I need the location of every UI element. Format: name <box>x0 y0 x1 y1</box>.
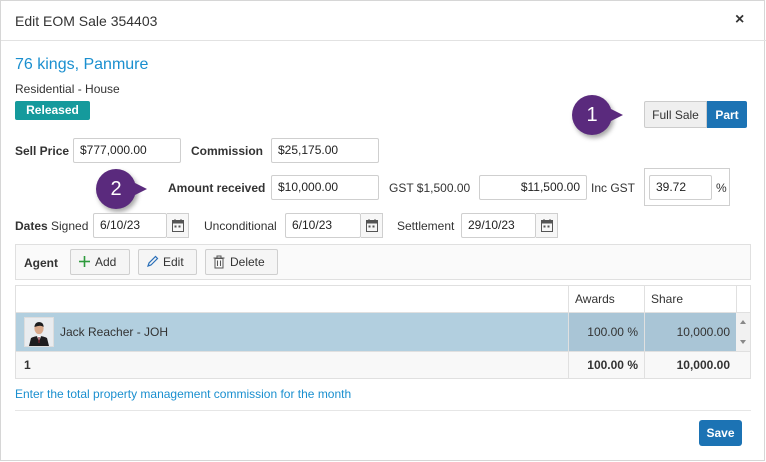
unconditional-label: Unconditional <box>204 219 277 233</box>
grid-footer: 1 100.00 % 10,000.00 <box>16 351 750 378</box>
plus-icon <box>79 256 90 267</box>
awards-cell-wrap: 100.00 % <box>568 313 644 351</box>
divider <box>15 410 751 411</box>
dates-label: Dates <box>15 219 48 233</box>
delete-agent-button[interactable]: Delete <box>205 249 278 275</box>
gst-amount-label: GST $1,500.00 <box>389 181 471 195</box>
unconditional-calendar-icon[interactable] <box>361 213 383 238</box>
callout-2-number: 2 <box>96 169 136 209</box>
save-button[interactable]: Save <box>699 420 742 446</box>
agent-label: Agent <box>24 256 58 270</box>
unconditional-date-input[interactable]: 6/10/23 <box>285 213 361 238</box>
signed-date-input[interactable]: 6/10/23 <box>93 213 167 238</box>
property-type: Residential - House <box>15 82 120 96</box>
footer-awards: 100.00 % <box>587 358 638 372</box>
callout-1: 1 <box>572 95 623 135</box>
column-share-label: Share <box>651 292 684 306</box>
column-share[interactable]: Share <box>644 286 736 312</box>
agent-grid: Awards Share Jack Reacher - JOH 100.00 %… <box>15 285 751 379</box>
full-sale-toggle[interactable]: Full Sale <box>644 101 707 128</box>
amount-received-label: Amount received <box>168 181 266 195</box>
dialog-titlebar: Edit EOM Sale 354403 × <box>1 1 766 41</box>
table-row[interactable]: Jack Reacher - JOH 100.00 % 10,000.00 <box>16 313 736 351</box>
close-icon[interactable]: × <box>735 11 744 29</box>
settlement-date-input[interactable]: 29/10/23 <box>461 213 536 238</box>
inc-gst-input[interactable]: $11,500.00 <box>479 175 587 200</box>
column-scroll-spacer <box>736 286 750 312</box>
awards-cell: 100.00 % <box>587 325 638 339</box>
hint-text: Enter the total property management comm… <box>15 387 352 401</box>
percent-sign: % <box>716 181 727 195</box>
grid-header: Awards Share <box>16 286 750 313</box>
add-agent-button[interactable]: Add <box>70 249 130 275</box>
footer-awards-wrap: 100.00 % <box>568 352 644 378</box>
property-address-link[interactable]: 76 kings, Panmure <box>15 56 148 74</box>
inc-gst-label: Inc GST <box>591 181 636 195</box>
trash-icon <box>213 255 225 269</box>
avatar <box>24 317 54 347</box>
signed-calendar-icon[interactable] <box>167 213 189 238</box>
part-sale-toggle[interactable]: Part <box>707 101 747 128</box>
dialog-title: Edit EOM Sale 354403 <box>15 13 158 29</box>
percent-input[interactable]: 39.72 <box>649 175 712 200</box>
footer-share: 10,000.00 <box>676 358 730 372</box>
callout-2: 2 <box>96 169 147 209</box>
share-cell: 10,000.00 <box>676 325 730 339</box>
callout-2-pointer <box>135 183 147 195</box>
grid-scrollbar[interactable] <box>736 313 750 351</box>
settlement-label: Settlement <box>397 219 455 233</box>
agent-name: Jack Reacher - JOH <box>60 325 169 339</box>
sell-price-input[interactable]: $777,000.00 <box>73 138 181 163</box>
share-cell-wrap: 10,000.00 <box>644 313 736 351</box>
footer-count: 1 <box>24 358 31 372</box>
status-badge: Released <box>15 101 90 120</box>
callout-1-number: 1 <box>572 95 612 135</box>
pencil-icon <box>147 255 159 267</box>
delete-agent-label: Delete <box>230 255 265 269</box>
footer-share-wrap: 10,000.00 <box>644 352 736 378</box>
edit-eom-sale-dialog: Edit EOM Sale 354403 × 76 kings, Panmure… <box>0 0 766 461</box>
add-agent-label: Add <box>95 255 117 269</box>
commission-label: Commission <box>191 144 264 158</box>
amount-received-input[interactable]: $10,000.00 <box>271 175 379 200</box>
signed-label: Signed <box>51 219 89 233</box>
settlement-calendar-icon[interactable] <box>536 213 558 238</box>
agent-toolbar: Agent Add Edit Delete <box>15 244 751 280</box>
column-awards[interactable]: Awards <box>568 286 644 312</box>
edit-agent-button[interactable]: Edit <box>138 249 197 275</box>
sell-price-label: Sell Price <box>15 144 70 158</box>
commission-input[interactable]: $25,175.00 <box>271 138 379 163</box>
edit-agent-label: Edit <box>163 255 184 269</box>
column-awards-label: Awards <box>575 292 615 306</box>
callout-1-pointer <box>611 109 623 121</box>
